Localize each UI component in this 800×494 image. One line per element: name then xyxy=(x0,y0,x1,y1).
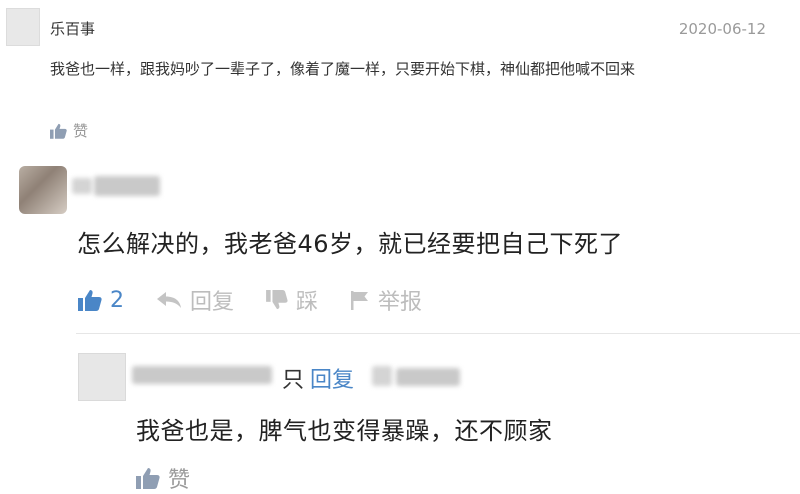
like-label: 赞 xyxy=(168,468,191,493)
thumb-up-icon xyxy=(136,468,160,489)
dislike-label: 踩 xyxy=(296,290,319,315)
reply-label: 回复 xyxy=(190,290,235,315)
blurred-username[interactable] xyxy=(72,174,164,198)
report-label: 举报 xyxy=(378,290,423,315)
comment-date: 2020-06-12 xyxy=(678,20,766,38)
like-button[interactable]: 赞 xyxy=(50,120,88,141)
comment-username[interactable]: 乐百事 xyxy=(50,18,95,39)
comment-actions: 2 回复 踩 举报 xyxy=(78,284,454,316)
like-button[interactable]: 2 xyxy=(78,288,124,313)
reply-text: 我爸也是，脾气也变得暴躁，还不顾家 xyxy=(136,417,553,445)
avatar[interactable] xyxy=(6,8,40,46)
thumb-down-icon xyxy=(266,290,288,310)
blurred-username[interactable] xyxy=(132,360,282,388)
report-button[interactable]: 举报 xyxy=(350,284,422,316)
avatar[interactable] xyxy=(19,166,67,214)
reply-to-label: 回复 xyxy=(310,368,355,393)
like-button[interactable]: 赞 xyxy=(136,462,190,494)
divider xyxy=(76,333,800,334)
thumb-up-icon xyxy=(78,290,102,311)
comment-text: 我爸也一样，跟我妈吵了一辈子了，像着了魔一样，只要开始下棋，神仙都把他喊不回来 xyxy=(50,60,636,78)
username-tail: 只 xyxy=(282,368,305,393)
avatar[interactable] xyxy=(78,353,126,401)
comment-text: 怎么解决的，我老爸46岁，就已经要把自己下死了 xyxy=(77,230,624,258)
thumb-up-icon xyxy=(50,123,67,139)
flag-icon xyxy=(351,291,369,310)
reply-button[interactable]: 回复 xyxy=(156,284,234,316)
like-label: 赞 xyxy=(73,122,89,140)
reply-arrow-icon xyxy=(157,292,181,308)
dislike-button[interactable]: 踩 xyxy=(266,284,318,316)
blurred-reply-target[interactable] xyxy=(372,362,464,390)
like-count: 2 xyxy=(110,287,124,313)
